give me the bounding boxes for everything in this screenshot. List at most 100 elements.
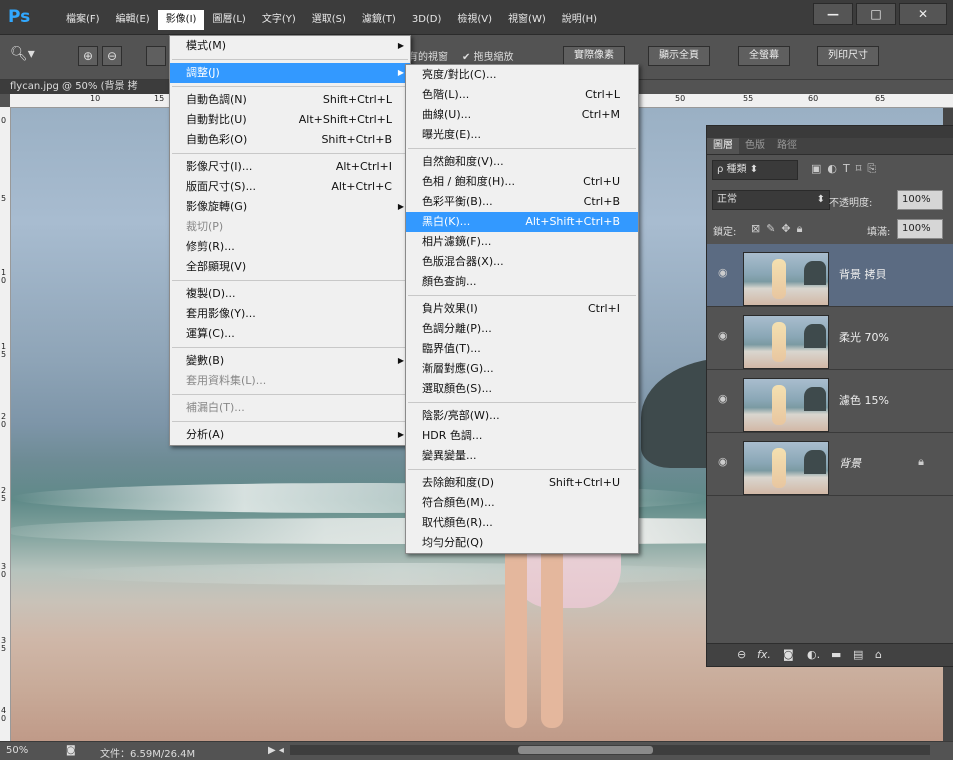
lock-icons[interactable]: ⊠✎✥🔒︎ — [751, 222, 809, 236]
visibility-eye-icon[interactable]: ◉ — [718, 266, 732, 280]
zoom-out-icon[interactable]: ⊖ — [102, 46, 122, 66]
resize-windows-checkbox[interactable] — [146, 46, 166, 66]
trash-icon[interactable]: ⌂ — [875, 648, 882, 661]
layer-row[interactable]: ◉ 濾色 15% — [707, 370, 953, 433]
menu-item[interactable]: 取代顏色(R)... — [406, 513, 638, 533]
menu-item[interactable]: 選取顏色(S)... — [406, 379, 638, 399]
menu-item[interactable]: 顏色查詢... — [406, 272, 638, 292]
menu-item[interactable]: 運算(C)... — [170, 324, 410, 344]
fit-screen-button[interactable]: 顯示全頁 — [648, 46, 710, 66]
tab-paths[interactable]: 路徑 — [771, 138, 803, 154]
menu-item-label: 自然飽和度(V)... — [422, 155, 504, 168]
fill-input[interactable]: 100% — [897, 219, 943, 239]
menu-item[interactable]: 變異變量... — [406, 446, 638, 466]
zoom-in-icon[interactable]: ⊕ — [78, 46, 98, 66]
filter-icons[interactable]: ▣◐T⌑⎘ — [811, 162, 882, 176]
layer-row[interactable]: ◉ 背景 拷貝 — [707, 244, 953, 307]
menu-item[interactable]: 漸層對應(G)... — [406, 359, 638, 379]
new-group-icon[interactable]: ▬ — [831, 648, 841, 661]
menu-item-label: 去除飽和度(D) — [422, 476, 495, 489]
menu-item[interactable]: 版面尺寸(S)... Alt+Ctrl+C — [170, 177, 410, 197]
zoom-tool-icon[interactable]: 🔍︎▾ — [10, 46, 35, 62]
menu-item[interactable]: 色相 / 飽和度(H)... Ctrl+U — [406, 172, 638, 192]
menu-item[interactable]: 自動對比(U) Alt+Shift+Ctrl+L — [170, 110, 410, 130]
menu-item-label: 色版混合器(X)... — [422, 255, 504, 268]
status-menu-arrow-icon[interactable]: ▶ ◂ — [268, 745, 284, 756]
menu-item[interactable]: 複製(D)... — [170, 284, 410, 304]
ruler-tick: 3 5 — [1, 636, 7, 653]
visibility-eye-icon[interactable]: ◉ — [718, 455, 732, 469]
visibility-eye-icon[interactable]: ◉ — [718, 329, 732, 343]
menu-item[interactable]: 模式(M) ▶ — [170, 36, 410, 56]
menu-file[interactable]: 檔案(F) — [58, 10, 108, 30]
menu-item[interactable]: 影像旋轉(G) ▶ — [170, 197, 410, 217]
menu-item[interactable]: 陰影/亮部(W)... — [406, 406, 638, 426]
menu-edit[interactable]: 編輯(E) — [108, 10, 158, 30]
menu-item[interactable]: 曝光度(E)... — [406, 125, 638, 145]
layer-filter-select[interactable]: ρ 種類 ⬍ — [712, 160, 798, 180]
horizontal-scrollbar[interactable] — [290, 745, 930, 755]
menu-item[interactable]: 均勻分配(Q) — [406, 533, 638, 553]
menu-item[interactable]: 符合顏色(M)... — [406, 493, 638, 513]
menu-separator — [172, 86, 408, 87]
tab-layers[interactable]: 圖層 — [707, 138, 739, 154]
menu-item[interactable]: 自然飽和度(V)... — [406, 152, 638, 172]
layer-row[interactable]: ◉ 柔光 70% — [707, 307, 953, 370]
menu-item[interactable]: 負片效果(I) Ctrl+I — [406, 299, 638, 319]
menu-item[interactable]: 色版混合器(X)... — [406, 252, 638, 272]
menu-item[interactable]: 全部顯現(V) — [170, 257, 410, 277]
link-layers-icon[interactable]: ⊖ — [737, 648, 746, 661]
menu-3d[interactable]: 3D(D) — [404, 10, 450, 30]
menu-item[interactable]: 調整(J) ▶ — [170, 63, 410, 83]
menu-item[interactable]: HDR 色調... — [406, 426, 638, 446]
menu-item[interactable]: 黑白(K)... Alt+Shift+Ctrl+B — [406, 212, 638, 232]
menu-item[interactable]: 修剪(R)... — [170, 237, 410, 257]
new-layer-icon[interactable]: ▤ — [853, 648, 863, 661]
doc-info-icon[interactable]: ◙ — [66, 745, 76, 756]
menu-item-label: 負片效果(I) — [422, 302, 478, 315]
menu-item-label: HDR 色調... — [422, 429, 483, 442]
menu-layer[interactable]: 圖層(L) — [204, 10, 253, 30]
menu-view[interactable]: 檢視(V) — [449, 10, 500, 30]
menu-item[interactable]: 自動色彩(O) Shift+Ctrl+B — [170, 130, 410, 150]
menu-type[interactable]: 文字(Y) — [254, 10, 304, 30]
menu-item[interactable]: 分析(A) ▶ — [170, 425, 410, 445]
fill-label: 填滿: — [867, 227, 891, 238]
ruler-tick: 1 0 — [1, 268, 7, 285]
scrollbar-thumb[interactable] — [518, 746, 653, 754]
opacity-input[interactable]: 100% — [897, 190, 943, 210]
menu-help[interactable]: 說明(H) — [554, 10, 605, 30]
menu-item[interactable]: 相片濾鏡(F)... — [406, 232, 638, 252]
scrubby-zoom-checkbox[interactable]: ✔ 拖曳縮放 — [462, 48, 514, 63]
blend-mode-select[interactable]: 正常 ⬍ — [712, 190, 830, 210]
menu-window[interactable]: 視窗(W) — [500, 10, 554, 30]
close-button[interactable]: ✕ — [899, 3, 947, 25]
menu-item[interactable]: 曲線(U)... Ctrl+M — [406, 105, 638, 125]
menu-item[interactable]: 色階(L)... Ctrl+L — [406, 85, 638, 105]
menu-item[interactable]: 變數(B) ▶ — [170, 351, 410, 371]
tab-channels[interactable]: 色版 — [739, 138, 771, 154]
menu-item[interactable]: 影像尺寸(I)... Alt+Ctrl+I — [170, 157, 410, 177]
maximize-button[interactable]: □ — [856, 3, 896, 25]
menu-item[interactable]: 亮度/對比(C)... — [406, 65, 638, 85]
add-mask-icon[interactable]: ◙ — [783, 648, 794, 661]
menu-select[interactable]: 選取(S) — [304, 10, 354, 30]
menu-item[interactable]: 臨界值(T)... — [406, 339, 638, 359]
minimize-button[interactable]: — — [813, 3, 853, 25]
menu-item[interactable]: 色調分離(P)... — [406, 319, 638, 339]
menu-filter[interactable]: 濾鏡(T) — [354, 10, 404, 30]
menu-item[interactable]: 色彩平衡(B)... Ctrl+B — [406, 192, 638, 212]
actual-pixels-button[interactable]: 實際像素 — [563, 46, 625, 66]
layer-row[interactable]: ◉ 背景 🔒︎ — [707, 433, 953, 496]
zoom-level[interactable]: 50% — [6, 745, 28, 756]
menu-item[interactable]: 套用影像(Y)... — [170, 304, 410, 324]
document-tab[interactable]: flycan.jpg @ 50% (背景 拷 — [0, 80, 180, 94]
print-size-button[interactable]: 列印尺寸 — [817, 46, 879, 66]
fx-icon[interactable]: fx. — [757, 648, 771, 661]
visibility-eye-icon[interactable]: ◉ — [718, 392, 732, 406]
menu-image[interactable]: 影像(I) — [157, 10, 205, 30]
fill-screen-button[interactable]: 全螢幕 — [738, 46, 790, 66]
menu-item[interactable]: 去除飽和度(D) Shift+Ctrl+U — [406, 473, 638, 493]
adjustment-layer-icon[interactable]: ◐. — [807, 648, 820, 661]
menu-item[interactable]: 自動色調(N) Shift+Ctrl+L — [170, 90, 410, 110]
